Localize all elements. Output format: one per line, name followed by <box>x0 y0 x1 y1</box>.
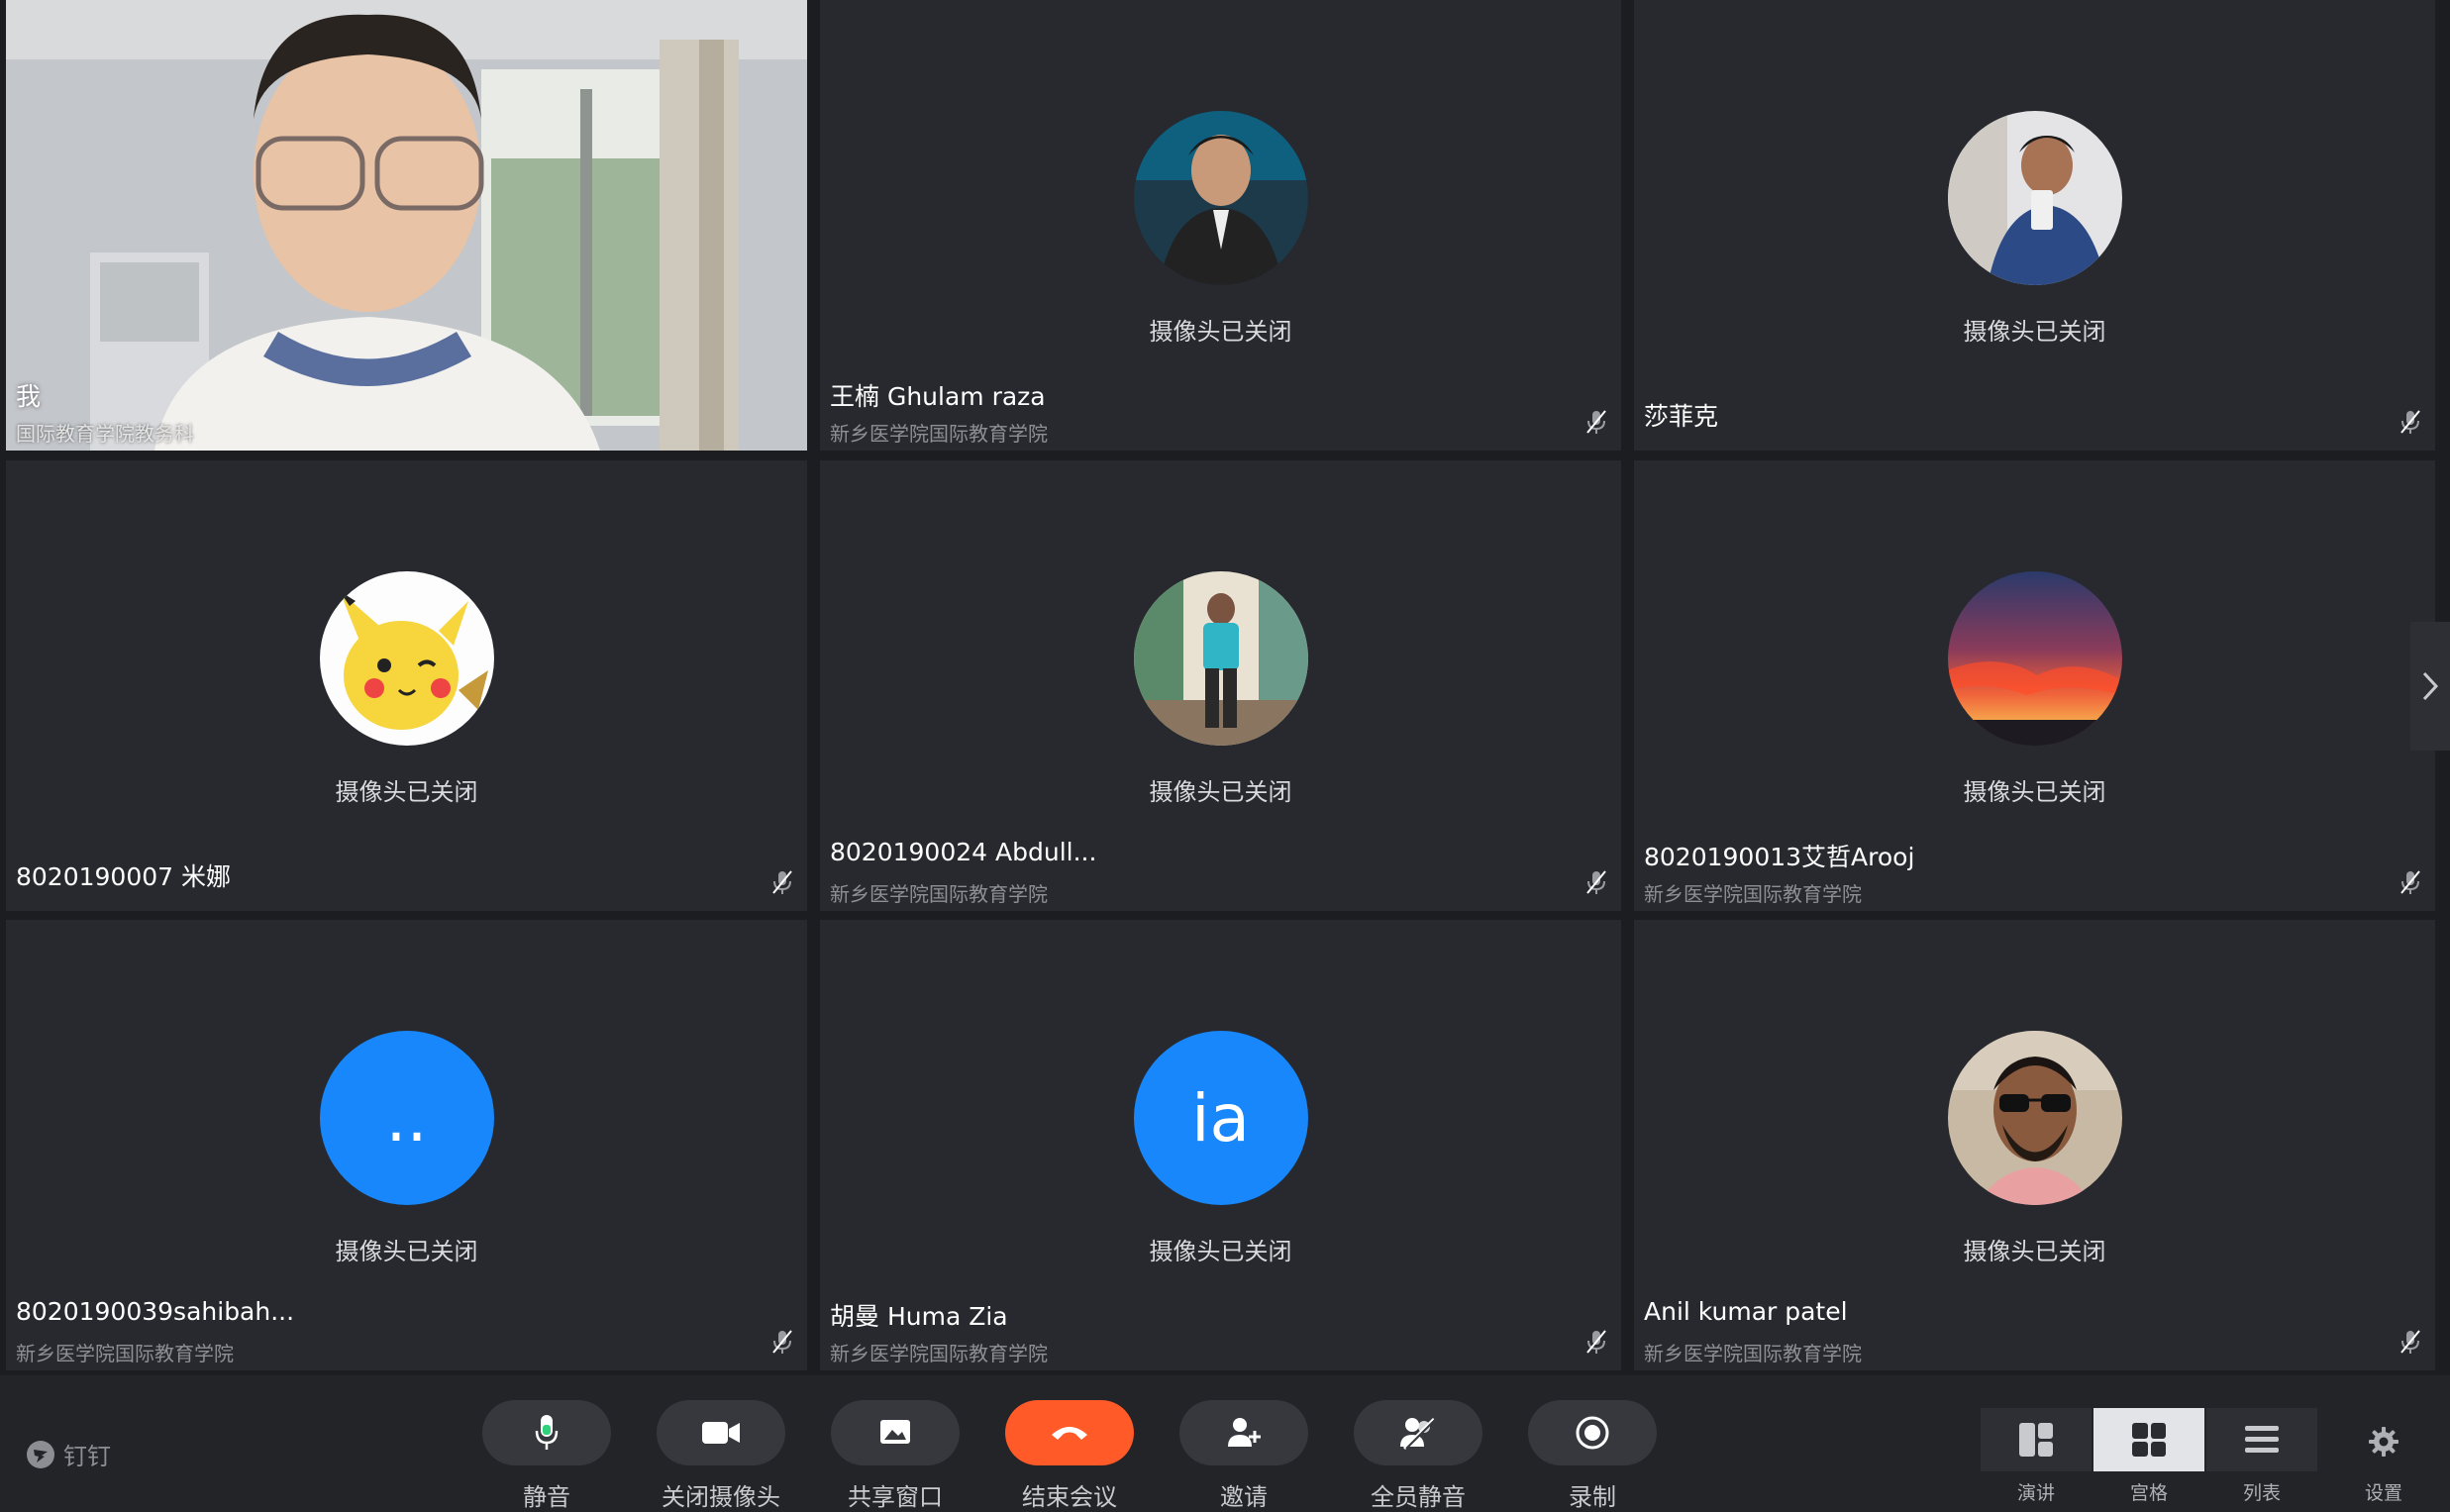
participant-org: 新乡医学院国际教育学院 <box>830 882 1048 906</box>
camera-off-label: 摄像头已关闭 <box>335 1238 478 1265</box>
mic-muted-icon <box>772 870 792 894</box>
avatar: ia <box>1133 1031 1308 1205</box>
camera-off-label: 摄像头已关闭 <box>1149 318 1292 346</box>
brand-logo: 钉钉 <box>26 1437 111 1471</box>
participant-tile[interactable]: 摄像头已关闭 Anil kumar patel 新乡医学院国际教育学院 <box>1634 920 2435 1370</box>
record-icon <box>1576 1416 1609 1450</box>
mute-label: 静音 <box>523 1483 570 1511</box>
camera-off-label: 摄像头已关闭 <box>1963 318 2106 346</box>
grid-layout-icon <box>2132 1423 2166 1457</box>
camera-toggle-label: 关闭摄像头 <box>662 1483 780 1511</box>
participant-name: 8020190024 Abdull... <box>830 838 1097 866</box>
settings-label: 设置 <box>2364 1482 2402 1504</box>
list-layout-icon <box>2245 1426 2279 1453</box>
add-user-icon <box>1228 1418 1261 1447</box>
speaker-view-label: 演讲 <box>2016 1482 2055 1504</box>
avatar <box>1947 571 2122 746</box>
avatar <box>1947 111 2122 285</box>
mute-all-button[interactable]: 全员静音 <box>1354 1400 1482 1512</box>
avatar <box>1947 1031 2122 1205</box>
mic-muted-icon <box>2400 1330 2420 1354</box>
record-label: 录制 <box>1569 1483 1616 1511</box>
end-meeting-pill <box>1005 1400 1134 1465</box>
camera-off-label: 摄像头已关闭 <box>1963 1238 2106 1265</box>
list-view-label: 列表 <box>2242 1482 2281 1504</box>
end-meeting-label: 结束会议 <box>1022 1483 1117 1511</box>
participant-org: 国际教育学院教务科 <box>16 422 194 446</box>
mute-button[interactable]: 静音 <box>482 1400 611 1512</box>
participant-tile[interactable]: ia 摄像头已关闭 胡曼 Huma Zia 新乡医学院国际教育学院 <box>820 920 1621 1370</box>
next-page-button[interactable] <box>2410 622 2450 751</box>
participant-org: 新乡医学院国际教育学院 <box>830 422 1048 446</box>
participant-tile[interactable]: 摄像头已关闭 王楠 Ghulam raza 新乡医学院国际教育学院 <box>820 0 1621 451</box>
participant-tile[interactable]: .. 摄像头已关闭 8020190039sahibah... 新乡医学院国际教育… <box>6 920 807 1370</box>
participant-tile[interactable]: 摄像头已关闭 8020190013艾哲Arooj 新乡医学院国际教育学院 <box>1634 460 2435 911</box>
speaker-view-button[interactable] <box>1981 1408 2092 1471</box>
participant-name: 我 <box>16 382 42 411</box>
mic-muted-icon <box>1586 870 1606 894</box>
camera-off-label: 摄像头已关闭 <box>1149 778 1292 806</box>
camera-off-label: 摄像头已关闭 <box>335 778 478 806</box>
mute-all-pill <box>1354 1400 1482 1465</box>
participant-tile[interactable]: 摄像头已关闭 8020190007 米娜 <box>6 460 807 911</box>
camera-toggle-button[interactable]: 关闭摄像头 <box>657 1400 785 1512</box>
avatar <box>1133 571 1308 746</box>
camera-off-label: 摄像头已关闭 <box>1963 778 2106 806</box>
speaker-layout-icon <box>2019 1423 2053 1457</box>
participant-name: 莎菲克 <box>1644 402 1719 431</box>
avatar <box>1133 111 1308 285</box>
invite-pill <box>1179 1400 1308 1465</box>
camera-off-label: 摄像头已关闭 <box>1149 1238 1292 1265</box>
share-window-button[interactable]: 共享窗口 <box>831 1400 960 1512</box>
grid-view-button[interactable] <box>2093 1408 2204 1471</box>
video-camera-icon <box>702 1422 740 1444</box>
participant-org: 新乡医学院国际教育学院 <box>1644 882 1862 906</box>
mic-muted-icon <box>2400 410 2420 434</box>
share-screen-icon <box>880 1420 910 1444</box>
share-window-label: 共享窗口 <box>848 1483 943 1511</box>
participant-org: 新乡医学院国际教育学院 <box>1644 1342 1862 1365</box>
participant-tile[interactable]: 摄像头已关闭 莎菲克 <box>1634 0 2435 451</box>
microphone-icon <box>535 1415 559 1450</box>
record-button[interactable]: 录制 <box>1528 1400 1657 1512</box>
participant-name: 8020190013艾哲Arooj <box>1644 843 1915 871</box>
dingtalk-icon <box>27 1440 54 1468</box>
share-window-pill <box>831 1400 960 1465</box>
mute-all-icon <box>1400 1417 1437 1451</box>
avatar: .. <box>319 1031 494 1205</box>
participant-org: 新乡医学院国际教育学院 <box>830 1342 1048 1365</box>
participant-name: Anil kumar patel <box>1644 1297 1848 1326</box>
brand-name: 钉钉 <box>63 1443 111 1470</box>
record-pill <box>1528 1400 1657 1465</box>
meeting-window: 我 国际教育学院教务科 摄像头已关闭 王楠 Ghulam raza 新乡医学院国… <box>0 0 2450 1512</box>
mic-muted-icon <box>772 1330 792 1354</box>
mute-button-pill <box>482 1400 611 1465</box>
meeting-toolbar: 钉钉 静音 关闭摄像头 共享窗口 结束会议 邀请 全员静音 录制 演讲 宫格 列… <box>0 1375 2450 1512</box>
mic-muted-icon <box>1586 410 1606 434</box>
participant-grid: 我 国际教育学院教务科 摄像头已关闭 王楠 Ghulam raza 新乡医学院国… <box>0 0 2450 1375</box>
participant-org: 新乡医学院国际教育学院 <box>16 1342 234 1365</box>
participant-name: 8020190007 米娜 <box>16 862 232 891</box>
gear-icon <box>2369 1427 2399 1457</box>
invite-label: 邀请 <box>1220 1483 1268 1511</box>
grid-view-label: 宫格 <box>2129 1482 2168 1504</box>
camera-toggle-pill <box>657 1400 785 1465</box>
participant-tile-self[interactable]: 我 国际教育学院教务科 <box>6 0 807 451</box>
chevron-right-icon <box>2422 671 2439 701</box>
end-meeting-button[interactable]: 结束会议 <box>1005 1400 1134 1512</box>
participant-name: 王楠 Ghulam raza <box>830 382 1046 411</box>
avatar <box>319 571 494 746</box>
participant-name: 胡曼 Huma Zia <box>830 1302 1008 1331</box>
participant-name: 8020190039sahibah... <box>16 1297 295 1326</box>
mute-all-label: 全员静音 <box>1371 1483 1466 1511</box>
invite-button[interactable]: 邀请 <box>1179 1400 1308 1512</box>
mic-muted-icon <box>2400 870 2420 894</box>
participant-tile[interactable]: 摄像头已关闭 8020190024 Abdull... 新乡医学院国际教育学院 <box>820 460 1621 911</box>
list-view-button[interactable] <box>2206 1408 2317 1471</box>
mic-muted-icon <box>1586 1330 1606 1354</box>
self-video-feed <box>6 0 807 451</box>
hang-up-icon <box>1052 1427 1087 1440</box>
settings-button[interactable] <box>2357 1415 2410 1468</box>
